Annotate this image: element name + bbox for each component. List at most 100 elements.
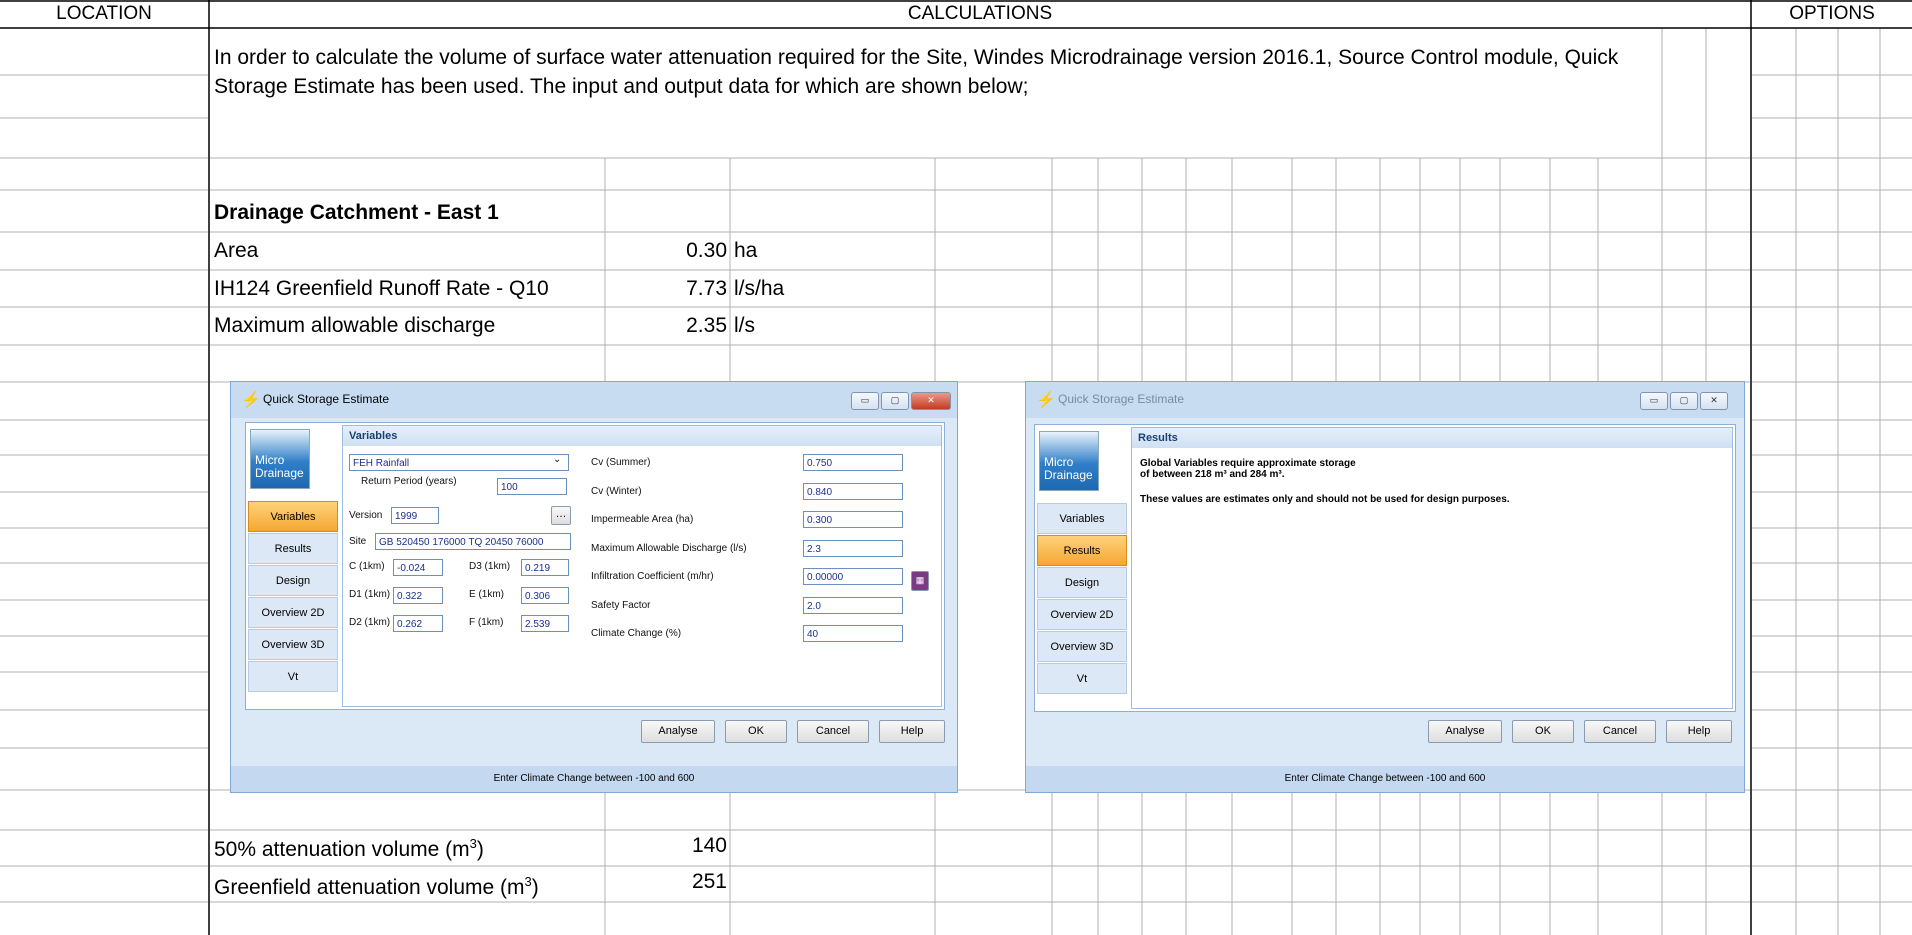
ok-button[interactable]: OK [725,720,787,743]
field-input[interactable]: 40 [803,625,903,642]
nav-design[interactable]: Design [248,565,338,596]
site-label: Site [349,536,367,547]
field-input[interactable]: 0.840 [803,482,903,500]
cancel-button[interactable]: Cancel [797,720,869,743]
intro-paragraph: In order to calculate the volume of surf… [214,46,1619,98]
results-pane: Results Global Variables require approxi… [1131,427,1733,709]
version-select[interactable]: 1999 [391,507,439,524]
greenfield-volume-label: Greenfield attenuation volume (m3) [214,874,539,899]
field-input[interactable]: 2.0 [803,596,903,614]
return-period-label: Return Period (years) [361,476,457,487]
browse-button[interactable]: … [551,506,571,525]
d3-field[interactable]: 0.219 [521,559,569,576]
location-header: LOCATION [56,3,152,24]
d2-field[interactable]: 0.262 [393,615,443,632]
microdrainage-logo: Micro Drainage [1039,431,1099,491]
row-runoff-unit: l/s/ha [734,277,785,300]
field-label: Maximum Allowable Discharge (l/s) [591,542,747,554]
field-label: Cv (Summer) [591,457,651,468]
field-label: Impermeable Area (ha) [591,514,694,525]
field-label: Cv (Winter) [591,485,642,497]
field-input[interactable]: 2.3 [803,539,903,557]
dialog-title: Quick Storage Estimate [1058,392,1185,406]
options-header: OPTIONS [1789,3,1875,24]
greenfield-volume-value: 251 [691,870,727,893]
dialog-titlebar: ⚡ Quick Storage Estimate ▭ ▢ ✕ [1026,382,1744,418]
dialog-body: Micro Drainage Variables Results Design Ove… [245,422,945,710]
dialog-body: Micro Drainage Variables Results Design Ove… [1034,424,1736,712]
d1-field[interactable]: 0.322 [393,587,443,604]
help-button[interactable]: Help [879,720,945,743]
catchment-title: Drainage Catchment - East 1 [214,201,499,224]
nav-overview-3d[interactable]: Overview 3D [1037,631,1127,662]
status-bar: Enter Climate Change between -100 and 60… [1026,766,1744,792]
nav-vt[interactable]: Vt [1037,663,1127,694]
e-label: E (1km) [469,589,504,600]
close-button[interactable]: ✕ [911,392,951,410]
attenuation-50-label: 50% attenuation volume (m3) [214,836,484,861]
row-runoff-label: IH124 Greenfield Runoff Rate - Q10 [214,277,549,300]
nav-variables[interactable]: Variables [248,501,338,532]
status-bar: Enter Climate Change between -100 and 60… [231,766,957,792]
site-field[interactable]: GB 520450 176000 TQ 20450 76000 [375,533,571,550]
row-discharge-value: 2.35 [686,314,727,337]
row-runoff-value: 7.73 [686,277,727,300]
maximize-button[interactable]: ▢ [881,392,909,410]
pane-title: Results [1132,428,1732,448]
nav-results[interactable]: Results [248,533,338,564]
e-field[interactable]: 0.306 [521,587,569,604]
c-label: C (1km) [349,561,385,572]
nav-results[interactable]: Results [1037,535,1127,566]
quick-storage-dialog-variables: ⚡ Quick Storage Estimate ▭ ▢ ✕ Micro Dra… [230,381,958,793]
pane-title: Variables [343,426,941,446]
close-button[interactable]: ✕ [1700,392,1728,410]
nav-overview-2d[interactable]: Overview 2D [248,597,338,628]
field-label: Safety Factor [591,599,651,611]
dialog-titlebar: ⚡ Quick Storage Estimate ▭ ▢ ✕ [231,382,957,418]
result-note: These values are estimates only and shou… [1140,494,1510,505]
nav-design[interactable]: Design [1037,567,1127,598]
version-label: Version [349,510,383,521]
help-button[interactable]: Help [1666,720,1732,743]
nav-vt[interactable]: Vt [248,661,338,692]
analyse-button[interactable]: Analyse [1428,720,1502,743]
calculations-header: CALCULATIONS [907,3,1053,24]
field-input[interactable]: 0.00000 [803,568,903,585]
lightning-icon: ⚡ [241,392,261,409]
nav-overview-3d[interactable]: Overview 3D [248,629,338,660]
d1-label: D1 (1km) [349,589,391,600]
lightning-icon: ⚡ [1036,392,1056,409]
dialog-title: Quick Storage Estimate [263,392,390,406]
calculator-icon[interactable]: ▦ [911,571,929,591]
row-area-value: 0.30 [686,239,727,262]
f-field[interactable]: 2.539 [521,615,569,632]
analyse-button[interactable]: Analyse [641,720,715,743]
minimize-button[interactable]: ▭ [1640,392,1668,410]
field-label: Infiltration Coefficient (m/hr) [591,571,714,582]
row-discharge-unit: l/s [734,314,755,337]
c-field[interactable]: -0.024 [393,559,443,576]
row-area-label: Area [214,239,259,262]
f-label: F (1km) [469,617,504,628]
nav-overview-2d[interactable]: Overview 2D [1037,599,1127,630]
row-discharge-label: Maximum allowable discharge [214,314,496,337]
variables-pane: Variables FEH Rainfall ⌄ Return Period (… [342,425,942,707]
d3-label: D3 (1km) [469,561,511,572]
attenuation-50-value: 140 [691,834,727,857]
cancel-button[interactable]: Cancel [1584,720,1656,743]
field-label: Climate Change (%) [591,628,682,639]
rainfall-select[interactable]: FEH Rainfall [349,454,569,471]
minimize-button[interactable]: ▭ [851,392,879,410]
nav-variables[interactable]: Variables [1037,503,1127,534]
ok-button[interactable]: OK [1512,720,1574,743]
return-period-field[interactable]: 100 [497,478,567,495]
field-input[interactable]: 0.750 [803,454,903,471]
row-area-unit: ha [734,239,758,262]
result-line-2: of between 218 m³ and 284 m³. [1140,469,1285,480]
field-input[interactable]: 0.300 [803,511,903,528]
d2-label: D2 (1km) [349,617,391,628]
quick-storage-dialog-results: ⚡ Quick Storage Estimate ▭ ▢ ✕ Micro Dra… [1025,381,1745,793]
maximize-button[interactable]: ▢ [1670,392,1698,410]
chevron-down-icon: ⌄ [553,454,562,465]
microdrainage-logo: Micro Drainage [250,429,310,489]
